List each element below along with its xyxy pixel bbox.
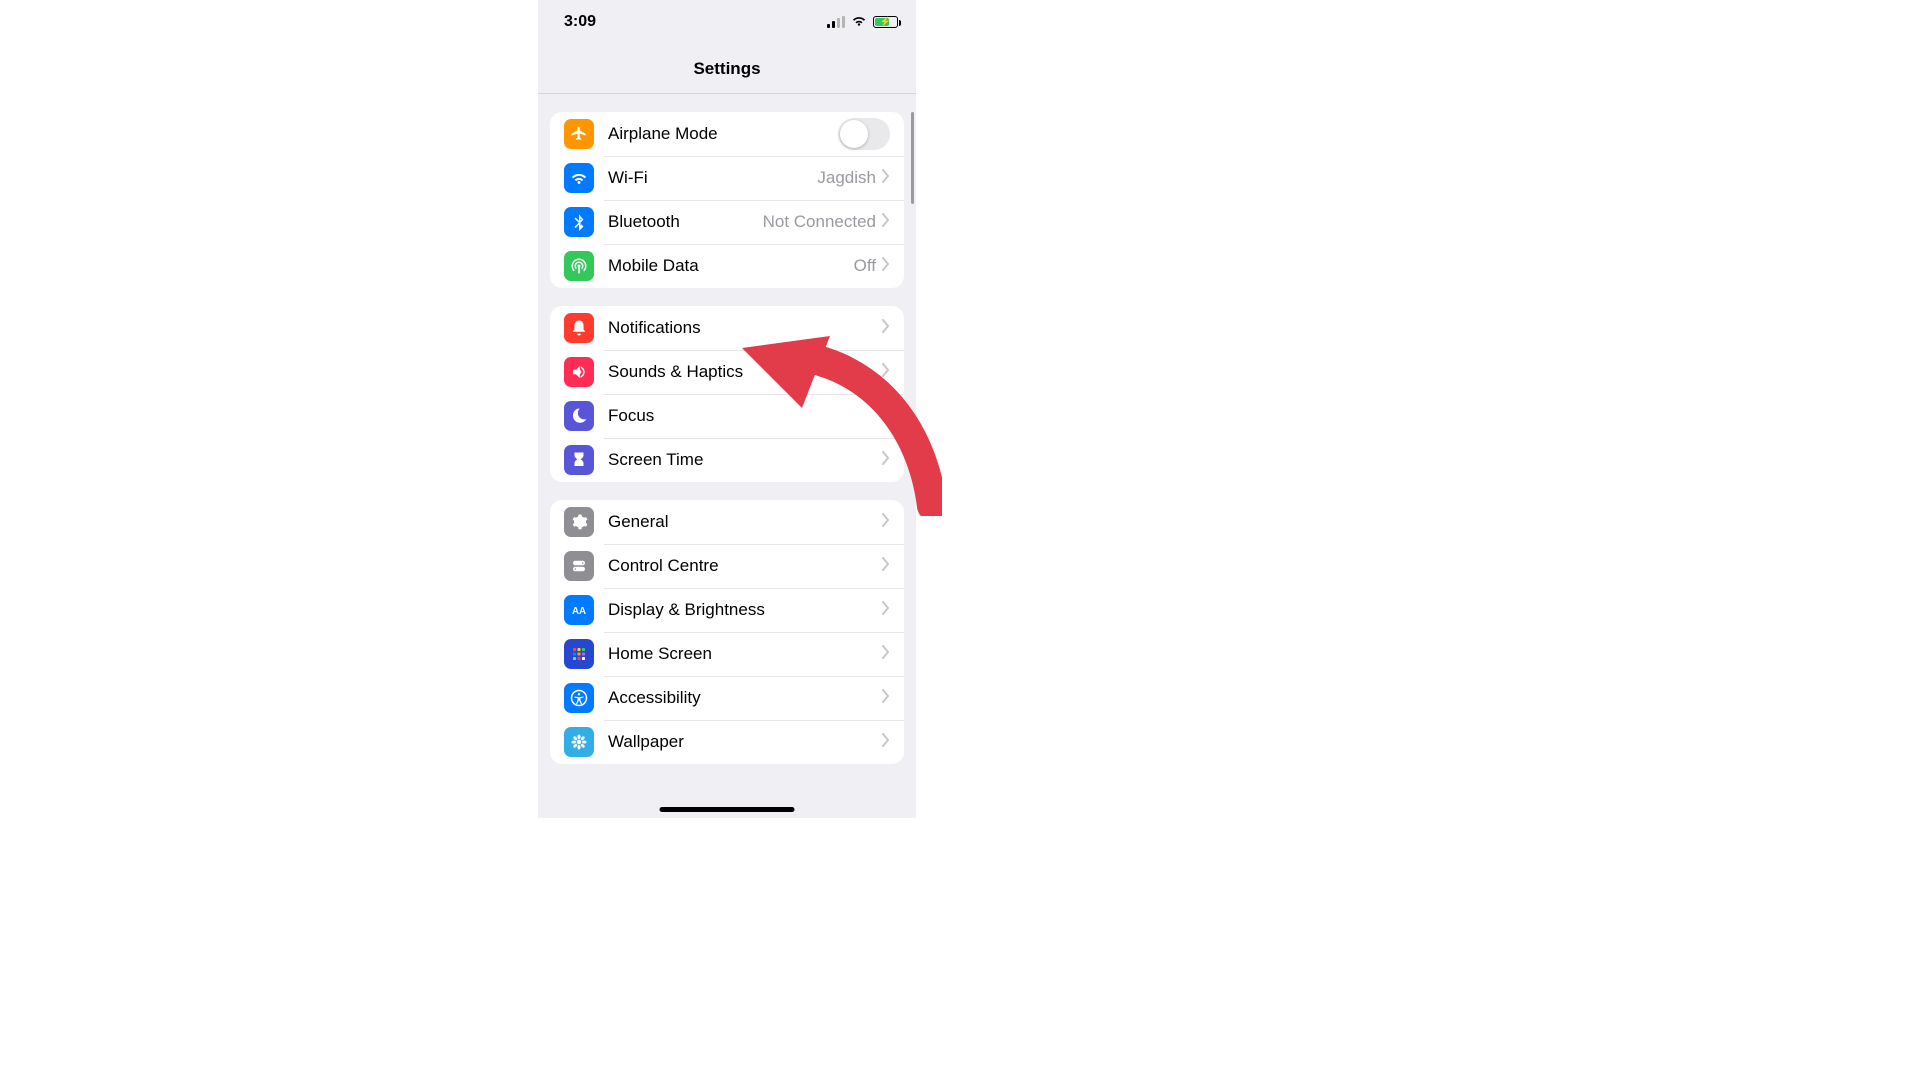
status-time: 3:09 — [564, 13, 596, 31]
row-label: Sounds & Haptics — [608, 362, 882, 382]
row-label: Accessibility — [608, 688, 882, 708]
device-frame: 3:09 ⚡ Settings Airplane Mode Wi-FiJagdis… — [538, 0, 916, 818]
settings-row-airplane[interactable]: Airplane Mode — [550, 112, 904, 156]
settings-row-screentime[interactable]: Screen Time — [550, 438, 904, 482]
cellular-icon — [827, 16, 845, 28]
chevron-right-icon — [882, 733, 890, 752]
settings-row-mobiledata[interactable]: Mobile DataOff — [550, 244, 904, 288]
chevron-right-icon — [882, 557, 890, 576]
scrollbar-indicator — [911, 112, 914, 204]
row-label: Screen Time — [608, 450, 882, 470]
status-indicators: ⚡ — [827, 13, 898, 31]
svg-text:AA: AA — [572, 606, 586, 617]
row-label: Airplane Mode — [608, 124, 838, 144]
switches-icon — [564, 551, 594, 581]
page-title: Settings — [693, 59, 760, 79]
chevron-right-icon — [882, 169, 890, 188]
wifi-status-icon — [851, 13, 867, 31]
chevron-right-icon — [882, 319, 890, 338]
row-label: Wi-Fi — [608, 168, 817, 188]
chevron-right-icon — [882, 407, 890, 426]
settings-group: General Control Centre AA Display & Brightn… — [550, 500, 904, 764]
battery-icon: ⚡ — [873, 16, 898, 28]
gear-icon — [564, 507, 594, 537]
stage: 3:09 ⚡ Settings Airplane Mode Wi-FiJagdis… — [0, 0, 1920, 1080]
settings-row-general[interactable]: General — [550, 500, 904, 544]
settings-list[interactable]: Airplane ModeWi-FiJagdishBluetoothNot Co… — [538, 94, 916, 818]
chevron-right-icon — [882, 257, 890, 276]
row-label: Home Screen — [608, 644, 882, 664]
chevron-right-icon — [882, 689, 890, 708]
home-indicator — [660, 807, 795, 812]
settings-row-wallpaper[interactable]: Wallpaper — [550, 720, 904, 764]
row-label: Control Centre — [608, 556, 882, 576]
row-value: Jagdish — [817, 168, 876, 188]
airplane-icon — [564, 119, 594, 149]
grid-icon — [564, 639, 594, 669]
accessibility-icon — [564, 683, 594, 713]
chevron-right-icon — [882, 513, 890, 532]
settings-row-bluetooth[interactable]: BluetoothNot Connected — [550, 200, 904, 244]
settings-row-controlcentre[interactable]: Control Centre — [550, 544, 904, 588]
row-value: Off — [854, 256, 876, 276]
speaker-icon — [564, 357, 594, 387]
bluetooth-icon — [564, 207, 594, 237]
row-label: Display & Brightness — [608, 600, 882, 620]
settings-group: Notifications Sounds & Haptics Focus Screen… — [550, 306, 904, 482]
settings-group: Airplane ModeWi-FiJagdishBluetoothNot Co… — [550, 112, 904, 288]
row-value: Not Connected — [763, 212, 876, 232]
row-label: General — [608, 512, 882, 532]
chevron-right-icon — [882, 601, 890, 620]
wifi-icon — [564, 163, 594, 193]
chevron-right-icon — [882, 451, 890, 470]
navbar: Settings — [538, 44, 916, 94]
settings-row-accessibility[interactable]: Accessibility — [550, 676, 904, 720]
chevron-right-icon — [882, 645, 890, 664]
settings-row-wifi[interactable]: Wi-FiJagdish — [550, 156, 904, 200]
row-label: Bluetooth — [608, 212, 763, 232]
aa-icon: AA — [564, 595, 594, 625]
hourglass-icon — [564, 445, 594, 475]
settings-row-homescreen[interactable]: Home Screen — [550, 632, 904, 676]
bell-icon — [564, 313, 594, 343]
settings-row-display[interactable]: AA Display & Brightness — [550, 588, 904, 632]
row-label: Focus — [608, 406, 882, 426]
settings-row-notifications[interactable]: Notifications — [550, 306, 904, 350]
flower-icon — [564, 727, 594, 757]
toggle-airplane[interactable] — [838, 118, 890, 150]
antenna-icon — [564, 251, 594, 281]
chevron-right-icon — [882, 363, 890, 382]
settings-row-focus[interactable]: Focus — [550, 394, 904, 438]
settings-row-sounds[interactable]: Sounds & Haptics — [550, 350, 904, 394]
row-label: Mobile Data — [608, 256, 854, 276]
chevron-right-icon — [882, 213, 890, 232]
row-label: Wallpaper — [608, 732, 882, 752]
status-bar: 3:09 ⚡ — [538, 0, 916, 44]
moon-icon — [564, 401, 594, 431]
row-label: Notifications — [608, 318, 882, 338]
